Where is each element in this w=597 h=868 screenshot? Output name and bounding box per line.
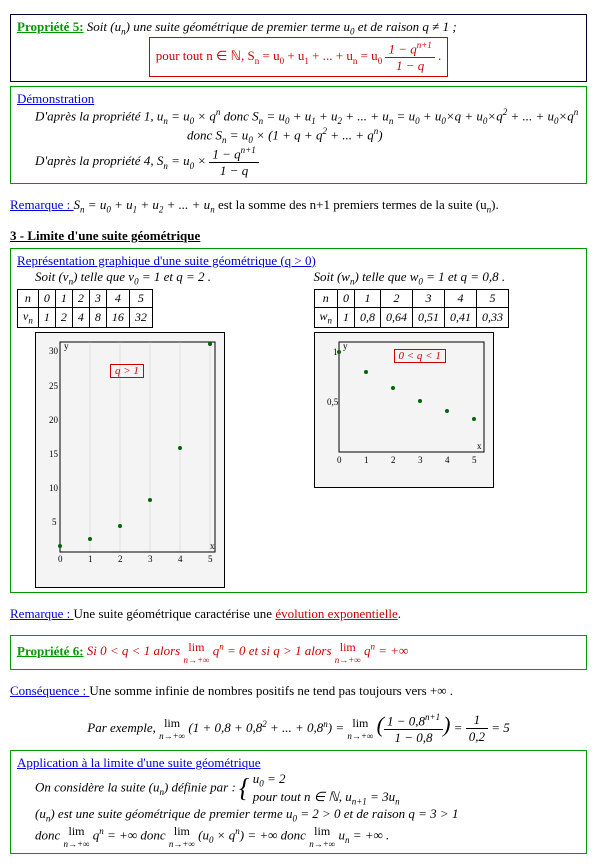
sum-formula: pour tout n ∈ ℕ, Sn = u0 + u1 + ... + un… [149,37,449,77]
svg-text:2: 2 [391,455,396,465]
table-v: n012345 vn12481632 [17,289,153,327]
svg-text:1: 1 [364,455,369,465]
remark-1: Remarque : Sn = u0 + u1 + u2 + ... + un … [10,197,587,215]
svg-text:y: y [343,341,348,351]
svg-text:5: 5 [472,455,477,465]
legend-left: q > 1 [110,364,144,378]
svg-text:4: 4 [178,554,183,564]
svg-text:4: 4 [445,455,450,465]
legend-right: 0 < q < 1 [394,349,446,363]
right-column: Soit (wn) telle que w0 = 1 et q = 0,8 . … [314,269,581,588]
svg-text:5: 5 [52,517,57,527]
consequence: Conséquence : Une somme infinie de nombr… [10,683,587,699]
property-6: Propriété 6: Si 0 < q < 1 alors limn→+∞ … [10,635,587,670]
svg-text:25: 25 [49,381,59,391]
plot-right: 1 0,5 0 1 2 3 4 5 x y 0 < q < 1 [314,332,494,488]
svg-text:0,5: 0,5 [327,397,339,407]
svg-text:x: x [210,541,215,551]
section-3-title: 3 - Limite d'une suite géométrique [10,228,587,244]
svg-text:0: 0 [337,455,342,465]
svg-text:2: 2 [118,554,123,564]
rep-title: Représentation graphique d'une suite géo… [17,253,316,268]
svg-text:3: 3 [148,554,153,564]
plot-left: 30 25 20 15 10 5 0 1 2 3 4 5 x y q > 1 [35,332,225,588]
svg-text:1: 1 [333,347,338,357]
property-5-title: Propriété 5: [17,19,84,34]
remark-2: Remarque : Une suite géométrique caracté… [10,606,587,622]
application: Application à la limite d'une suite géom… [10,750,587,854]
svg-text:10: 10 [49,483,59,493]
table-w: n012345 wn10,80,640,510,410,33 [314,289,510,327]
property-6-title: Propriété 6: [17,643,84,658]
svg-text:y: y [64,341,69,351]
svg-text:0: 0 [58,554,63,564]
demonstration: Démonstration D'après la propriété 1, un… [10,86,587,184]
property-5: Propriété 5: Soit (un) une suite géométr… [10,14,587,82]
svg-text:1: 1 [88,554,93,564]
left-column: Soit (vn) telle que v0 = 1 et q = 2 . n0… [17,269,284,588]
svg-text:30: 30 [49,346,59,356]
svg-text:5: 5 [208,554,213,564]
consequence-example: Par exemple, limn→+∞ (1 + 0,8 + 0,82 + .… [10,712,587,746]
application-title: Application à la limite d'une suite géom… [17,755,261,770]
svg-text:15: 15 [49,449,59,459]
svg-text:20: 20 [49,415,59,425]
demo-title: Démonstration [17,91,94,106]
svg-text:3: 3 [418,455,423,465]
svg-text:x: x [477,441,482,451]
graphic-representation: Représentation graphique d'une suite géo… [10,248,587,593]
